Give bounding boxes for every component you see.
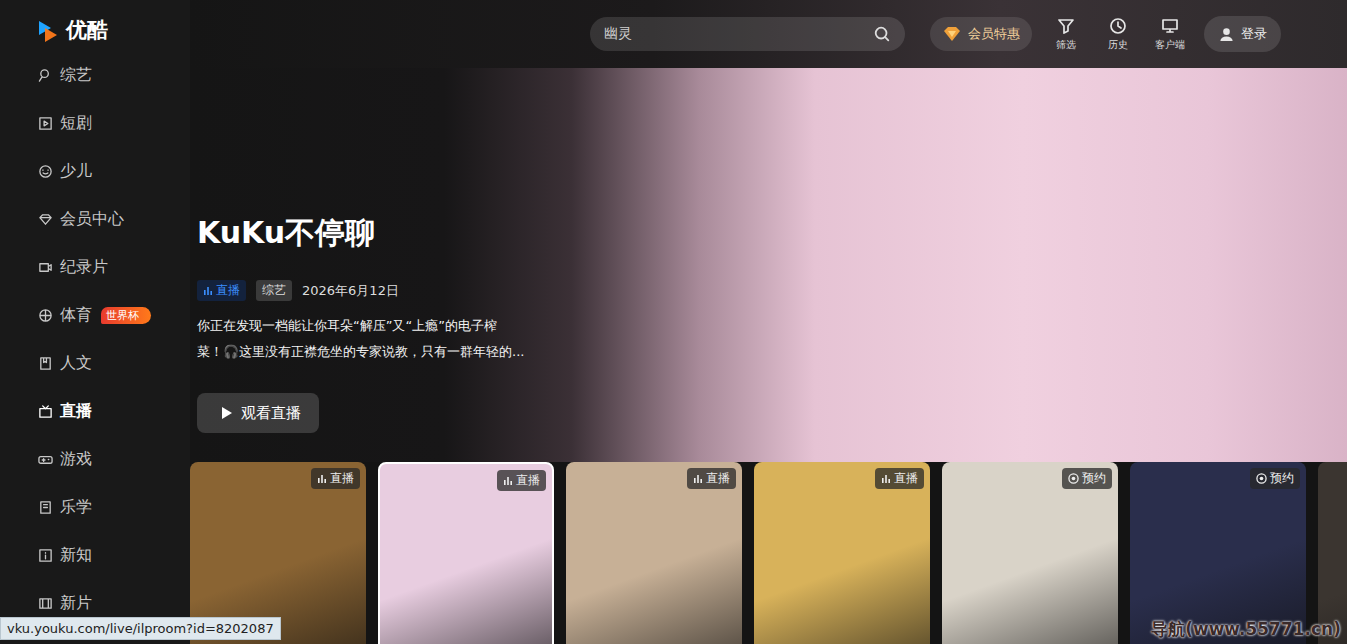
sidebar-item[interactable]: 人文 xyxy=(0,339,190,387)
sidebar-label: 人文 xyxy=(60,353,92,374)
sidebar-item[interactable]: 乐学 xyxy=(0,483,190,531)
live-bars-icon xyxy=(503,476,513,486)
category-icon xyxy=(38,212,53,227)
sidebar-item[interactable]: 新知 xyxy=(0,531,190,579)
card-badge: 预约 xyxy=(1250,468,1300,489)
reserve-icon xyxy=(1256,473,1267,484)
category-icon xyxy=(38,116,53,131)
description-line: 你正在发现一档能让你耳朵“解压”又“上瘾”的电子榨 xyxy=(197,313,524,339)
card-badge: 预约 xyxy=(1062,468,1112,489)
sidebar-item[interactable]: 纪录片 xyxy=(0,243,190,291)
category-icon xyxy=(38,308,53,323)
sidebar-label: 新片 xyxy=(60,593,92,614)
category-icon xyxy=(38,356,53,371)
play-icon xyxy=(221,406,233,420)
card-badge: 直播 xyxy=(311,468,360,489)
sidebar-item[interactable]: 少儿 xyxy=(0,147,190,195)
hero-date: 2026年6月12日 xyxy=(302,282,399,300)
sidebar-item[interactable]: 游戏 xyxy=(0,435,190,483)
tool-icon xyxy=(1108,16,1128,36)
live-card[interactable]: 直播 xyxy=(378,462,554,644)
logo[interactable]: 优酷 xyxy=(0,0,190,51)
login-button[interactable]: 登录 xyxy=(1204,16,1281,52)
watch-live-button[interactable]: 观看直播 xyxy=(197,393,319,433)
tool-icon xyxy=(1160,16,1180,36)
live-tag: 直播 xyxy=(197,280,246,301)
search-icon[interactable] xyxy=(873,25,891,43)
watch-live-label: 观看直播 xyxy=(241,404,301,423)
watermark: 导航(www.55771.cn) xyxy=(1151,618,1341,641)
tool-label: 筛选 xyxy=(1056,38,1076,52)
tool-label: 客户端 xyxy=(1155,38,1185,52)
category-icon xyxy=(38,260,53,275)
sidebar-label: 新知 xyxy=(60,545,92,566)
category-icon xyxy=(38,500,53,515)
category-icon xyxy=(38,596,53,611)
category-icon xyxy=(38,164,53,179)
card-badge: 直播 xyxy=(497,470,546,491)
live-card[interactable]: 直播 xyxy=(754,462,930,644)
card-badge: 直播 xyxy=(875,468,924,489)
sidebar-label: 纪录片 xyxy=(60,257,108,278)
category-tag: 综艺 xyxy=(256,280,292,301)
sidebar-label: 会员中心 xyxy=(60,209,124,230)
live-card[interactable] xyxy=(1318,462,1347,644)
live-card-row: 直播 直播 直播 直播 预约 预约 xyxy=(190,462,1347,644)
live-card[interactable]: 直播 xyxy=(566,462,742,644)
live-bars-icon xyxy=(317,474,327,484)
login-label: 登录 xyxy=(1241,25,1267,43)
vip-offer-button[interactable]: 会员特惠 xyxy=(930,17,1032,51)
category-icon xyxy=(38,68,53,83)
category-icon xyxy=(38,404,53,419)
toolbar-button[interactable]: 客户端 xyxy=(1152,16,1188,52)
youku-page: 优酷综艺短剧少儿会员中心纪录片体育世界杯人文直播游戏乐学新知新片幽灵会员特惠筛选… xyxy=(0,0,1347,644)
sidebar-label: 综艺 xyxy=(60,65,92,86)
hero-info: KuKu不停聊 直播综艺 2026年6月12日你正在发现一档能让你耳朵“解压”又“… xyxy=(190,68,524,462)
sidebar-label: 少儿 xyxy=(60,161,92,182)
sidebar-label: 体育 xyxy=(60,305,92,326)
hero-title: KuKu不停聊 xyxy=(197,214,375,252)
sidebar-label: 游戏 xyxy=(60,449,92,470)
tool-icon xyxy=(1056,16,1076,36)
category-icon xyxy=(38,548,53,563)
sidebar-item[interactable]: 会员中心 xyxy=(0,195,190,243)
search-value: 幽灵 xyxy=(604,25,632,43)
sidebar-item[interactable]: 直播 xyxy=(0,387,190,435)
reserve-icon xyxy=(1068,473,1079,484)
main-area: 幽灵会员特惠筛选历史客户端登录KuKu不停聊 直播综艺2026年6月12日你正在… xyxy=(190,0,1347,644)
live-bars-icon xyxy=(693,474,703,484)
sidebar: 优酷综艺短剧少儿会员中心纪录片体育世界杯人文直播游戏乐学新知新片 xyxy=(0,0,190,644)
sidebar-label: 短剧 xyxy=(60,113,92,134)
sidebar-label: 乐学 xyxy=(60,497,92,518)
logo-text: 优酷 xyxy=(66,16,108,44)
sidebar-badge: 世界杯 xyxy=(101,307,151,324)
hero-tags: 直播综艺 2026年6月12日 xyxy=(197,280,399,301)
live-bars-icon xyxy=(881,474,891,484)
live-bars-icon xyxy=(203,286,213,296)
top-bar: 幽灵 会员特惠筛选 历史 客户端 登录 xyxy=(190,0,1347,68)
description-line: 菜！🎧这里没有正襟危坐的专家说教，只有一群年轻的... xyxy=(197,339,524,365)
status-bar-url: vku.youku.com/live/ilproom?id=8202087 xyxy=(0,617,281,640)
toolbar-button[interactable]: 历史 xyxy=(1100,16,1136,52)
search-box[interactable]: 幽灵 xyxy=(590,17,905,51)
hero-banner[interactable]: KuKu不停聊 直播综艺 2026年6月12日你正在发现一档能让你耳朵“解压”又“… xyxy=(190,68,1347,462)
sidebar-item[interactable]: 综艺 xyxy=(0,51,190,99)
live-card[interactable]: 预约 xyxy=(1130,462,1306,644)
sidebar-label: 直播 xyxy=(60,401,92,422)
category-icon xyxy=(38,452,53,467)
user-icon xyxy=(1218,26,1235,43)
live-card[interactable]: 预约 xyxy=(942,462,1118,644)
sidebar-item[interactable]: 短剧 xyxy=(0,99,190,147)
vip-label: 会员特惠 xyxy=(968,25,1020,43)
card-badge: 直播 xyxy=(687,468,736,489)
tool-label: 历史 xyxy=(1108,38,1128,52)
gem-icon xyxy=(942,26,962,42)
youku-logo-icon xyxy=(36,18,60,42)
hero-description: 你正在发现一档能让你耳朵“解压”又“上瘾”的电子榨菜！🎧这里没有正襟危坐的专家说… xyxy=(197,313,524,365)
toolbar-button[interactable]: 筛选 xyxy=(1048,16,1084,52)
sidebar-item[interactable]: 体育世界杯 xyxy=(0,291,190,339)
